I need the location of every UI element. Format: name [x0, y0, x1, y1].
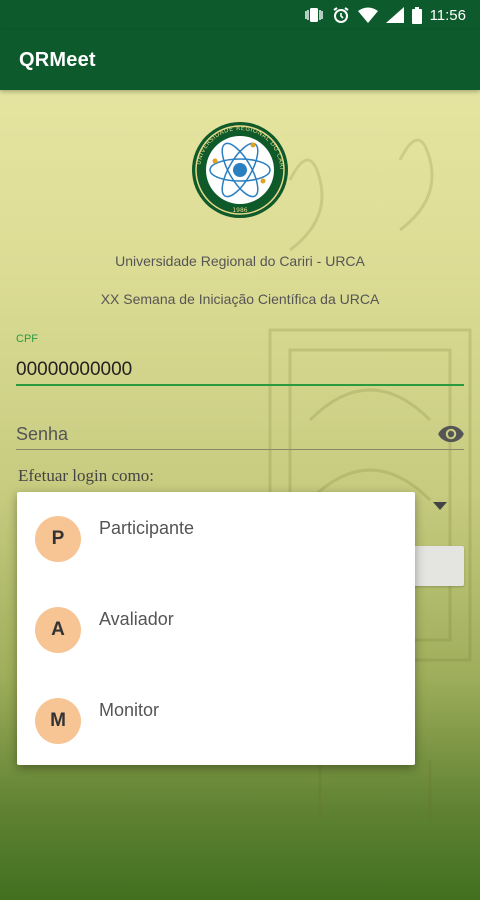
login-as-label: Efetuar login como:: [18, 466, 154, 485]
signal-icon: [385, 7, 404, 23]
role-menu: P Participante A Avaliador M Monitor: [17, 492, 415, 765]
eye-icon[interactable]: [437, 420, 465, 448]
app-title: QRMeet: [19, 48, 96, 71]
avatar: A: [35, 607, 81, 653]
logo-year: 1986: [232, 207, 247, 214]
status-bar: 11:56: [0, 0, 480, 30]
menu-item-label: Monitor: [99, 700, 160, 720]
event-name: XX Semana de Iniciação Científica da URC…: [100, 291, 380, 307]
vibrate-icon: [304, 8, 323, 22]
app-screen: 11:56 QRMeet UNIVERSIDADE REGIONAL DO CA…: [0, 0, 480, 900]
alarm-icon: [333, 7, 349, 23]
menu-item-label: Avaliador: [99, 609, 174, 629]
menu-item-participante[interactable]: P Participante: [17, 492, 415, 583]
atom-seal-icon: UNIVERSIDADE REGIONAL DO CARIRI 1986: [191, 121, 288, 218]
cpf-input[interactable]: [16, 356, 464, 386]
battery-icon: [411, 6, 422, 24]
menu-item-avaliador[interactable]: A Avaliador: [17, 583, 415, 674]
university-name: Universidade Regional do Cariri - URCA: [115, 253, 365, 269]
avatar: M: [35, 698, 81, 744]
menu-item-monitor[interactable]: M Monitor: [17, 674, 415, 765]
status-time: 11:56: [429, 6, 466, 24]
app-bar: QRMeet: [0, 30, 480, 90]
password-input[interactable]: [16, 420, 464, 450]
wifi-icon: [357, 7, 378, 23]
avatar: P: [35, 516, 81, 562]
cpf-label: CPF: [16, 333, 38, 345]
menu-item-label: Participante: [99, 518, 195, 538]
chevron-down-icon[interactable]: [432, 500, 448, 512]
